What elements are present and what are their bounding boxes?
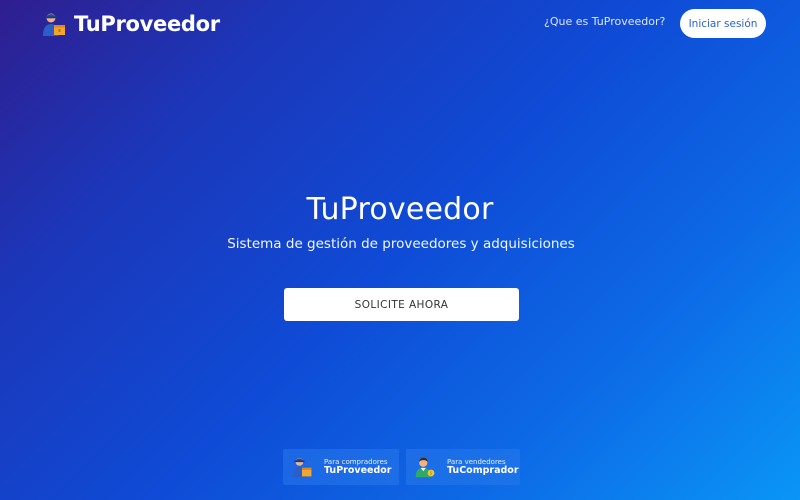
shopper-icon: $ [415,457,435,478]
hero-subtitle: Sistema de gestión de proveedores y adqu… [227,236,575,252]
buyers-card[interactable]: Para compradores TuProveedor [283,449,399,485]
login-button[interactable]: Iniciar sesión [680,9,766,38]
svg-text:$: $ [430,471,433,477]
delivery-person-icon [292,458,312,478]
buyers-card-name: TuProveedor [324,464,392,476]
request-now-button[interactable]: SOLICITE AHORA [284,288,519,321]
brand-logo[interactable]: TuProveedor [40,9,220,39]
nav-link-about[interactable]: ¿Que es TuProveedor? [544,15,665,28]
brand-name: TuProveedor [74,12,220,36]
buyers-card-text: Para compradores TuProveedor [324,458,391,477]
sellers-card-name: TuComprador [447,464,519,476]
sellers-card[interactable]: $ Para vendedores TuComprador [406,449,520,485]
delivery-person-icon [43,13,65,36]
hero-title: TuProveedor [306,192,494,227]
sellers-card-text: Para vendedores TuComprador [447,458,519,477]
landing-page: TuProveedor ¿Que es TuProveedor? Iniciar… [0,0,800,500]
